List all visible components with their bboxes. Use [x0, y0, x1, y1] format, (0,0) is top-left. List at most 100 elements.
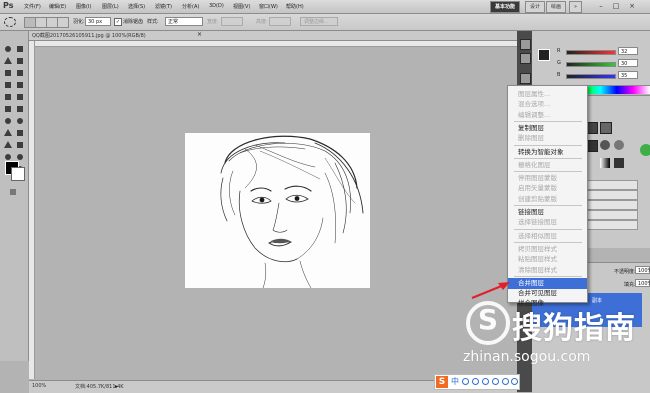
shape-tool-icon[interactable]: [15, 140, 25, 150]
healing-brush-icon[interactable]: [3, 80, 13, 90]
menu-view[interactable]: 视图(V): [233, 3, 250, 10]
tools-panel: [0, 31, 29, 361]
eraser-tool-icon[interactable]: [3, 104, 13, 114]
blue-channel-row: B 35: [554, 71, 646, 80]
menu-layer[interactable]: 图层(L): [102, 3, 119, 10]
context-menu-item[interactable]: 栅格化图层: [508, 160, 587, 171]
workspace-essentials[interactable]: 基本功能: [490, 1, 521, 13]
context-menu-item[interactable]: 转换为智能对象: [508, 147, 587, 158]
close-button[interactable]: ×: [625, 1, 639, 11]
menu-window[interactable]: 窗口(W): [259, 3, 278, 10]
quick-mask-icon[interactable]: [8, 187, 18, 197]
eyedropper-tool-icon[interactable]: [15, 68, 25, 78]
style-select[interactable]: 正常: [165, 17, 203, 26]
brush-tool-icon[interactable]: [15, 80, 25, 90]
ime-punct-icon[interactable]: [462, 378, 469, 385]
workspace-more[interactable]: »: [569, 1, 583, 13]
history-panel-icon[interactable]: [520, 39, 531, 50]
menu-separator: [514, 144, 582, 146]
crop-tool-icon[interactable]: [3, 68, 13, 78]
menu-file[interactable]: 文件(F): [24, 3, 41, 10]
ime-emoji-icon[interactable]: [472, 378, 479, 385]
feather-label: 羽化:: [73, 19, 85, 25]
gradient-map-icon[interactable]: [600, 158, 610, 168]
refine-edge-button[interactable]: 调整边缘...: [300, 17, 338, 26]
blur-tool-icon[interactable]: [3, 116, 13, 126]
opacity-label: 不透明度:: [614, 269, 636, 275]
actions-panel-icon[interactable]: [520, 53, 531, 64]
move-tool-icon[interactable]: [15, 44, 25, 54]
menu-filter[interactable]: 滤镜(T): [155, 3, 172, 10]
workspace-painting[interactable]: 绘画: [546, 1, 567, 13]
context-menu-item[interactable]: 清除图层样式: [508, 265, 587, 276]
ime-skin-icon[interactable]: [502, 378, 509, 385]
ime-mode-chinese[interactable]: 中: [451, 376, 459, 387]
width-input[interactable]: [221, 17, 243, 26]
opacity-input[interactable]: 100%: [635, 266, 650, 274]
blue-value-input[interactable]: 35: [618, 71, 638, 79]
menu-select[interactable]: 选择(S): [128, 3, 145, 10]
type-tool-icon[interactable]: [15, 128, 25, 138]
panel-foreground-swatch[interactable]: [538, 49, 550, 61]
background-color-swatch[interactable]: [11, 167, 25, 181]
intersect-selection-icon[interactable]: [57, 17, 69, 28]
lasso-tool-icon[interactable]: [3, 56, 13, 66]
gradient-tool-icon[interactable]: [15, 104, 25, 114]
workspace-design[interactable]: 设计: [525, 1, 546, 13]
context-menu-item[interactable]: 删除图层: [508, 133, 587, 144]
preset-row-4[interactable]: [586, 210, 638, 220]
red-value-input[interactable]: 32: [618, 47, 638, 55]
brushes-panel-icon[interactable]: [520, 73, 531, 84]
ime-voice-icon[interactable]: [482, 378, 489, 385]
blue-channel-label: B: [557, 72, 561, 78]
pen-tool-icon[interactable]: [3, 128, 13, 138]
history-brush-icon[interactable]: [15, 92, 25, 102]
close-document-icon[interactable]: ×: [197, 31, 202, 38]
sogou-ime-logo[interactable]: S: [436, 376, 448, 388]
status-arrow-icon[interactable]: ▸: [115, 383, 118, 390]
height-input[interactable]: [269, 17, 291, 26]
ime-keyboard-icon[interactable]: [492, 378, 499, 385]
antialias-checkbox[interactable]: ✓: [114, 18, 122, 26]
context-menu-item[interactable]: 选择链接图层: [508, 217, 587, 228]
curves-icon[interactable]: [600, 122, 612, 134]
dodge-tool-icon[interactable]: [15, 116, 25, 126]
fill-input[interactable]: 100%: [635, 279, 650, 287]
black-white-icon[interactable]: [614, 140, 624, 150]
menu-analysis[interactable]: 分析(A): [182, 3, 199, 10]
menu-separator: [514, 120, 582, 122]
menu-image[interactable]: 图像(I): [76, 3, 91, 10]
minimize-button[interactable]: –: [594, 1, 608, 11]
menu-3d[interactable]: 3D(D): [209, 3, 224, 9]
menu-separator: [514, 275, 582, 277]
zoom-level[interactable]: 100%: [32, 383, 46, 389]
ellipse-marquee-icon[interactable]: [4, 17, 16, 27]
ime-tools-icon[interactable]: [511, 378, 518, 385]
sogou-watermark-url: zhinan.sogou.com: [463, 349, 591, 365]
marquee-tool-icon[interactable]: [3, 44, 13, 54]
blue-slider[interactable]: [566, 74, 616, 79]
context-menu-item[interactable]: 编辑调整...: [508, 110, 587, 121]
quick-select-tool-icon[interactable]: [15, 56, 25, 66]
green-value-input[interactable]: 30: [618, 59, 638, 67]
green-slider[interactable]: [566, 62, 616, 67]
preset-row-5[interactable]: [586, 220, 638, 230]
color-balance-icon[interactable]: [600, 140, 610, 150]
preset-row-2[interactable]: [586, 190, 638, 200]
context-menu-item[interactable]: 选择相似图层: [508, 231, 587, 242]
maximize-button[interactable]: □: [609, 1, 623, 11]
clone-stamp-icon[interactable]: [3, 92, 13, 102]
menu-edit[interactable]: 编辑(E): [49, 3, 66, 10]
red-slider[interactable]: [566, 50, 616, 55]
context-menu-item[interactable]: 创建剪贴蒙版: [508, 194, 587, 205]
preset-row-1[interactable]: [586, 180, 638, 190]
menu-separator: [514, 205, 582, 206]
document-tab[interactable]: QQ截图20170526105911.jpg @ 100%(RGB/8) ×: [29, 31, 517, 41]
canvas-image[interactable]: [185, 133, 370, 288]
menu-help[interactable]: 帮助(H): [286, 3, 304, 10]
preset-row-3[interactable]: [586, 200, 638, 210]
feather-input[interactable]: 30 px: [85, 17, 111, 26]
selective-color-icon[interactable]: [614, 158, 624, 168]
path-select-tool-icon[interactable]: [3, 140, 13, 150]
height-label: 高度:: [256, 19, 268, 25]
